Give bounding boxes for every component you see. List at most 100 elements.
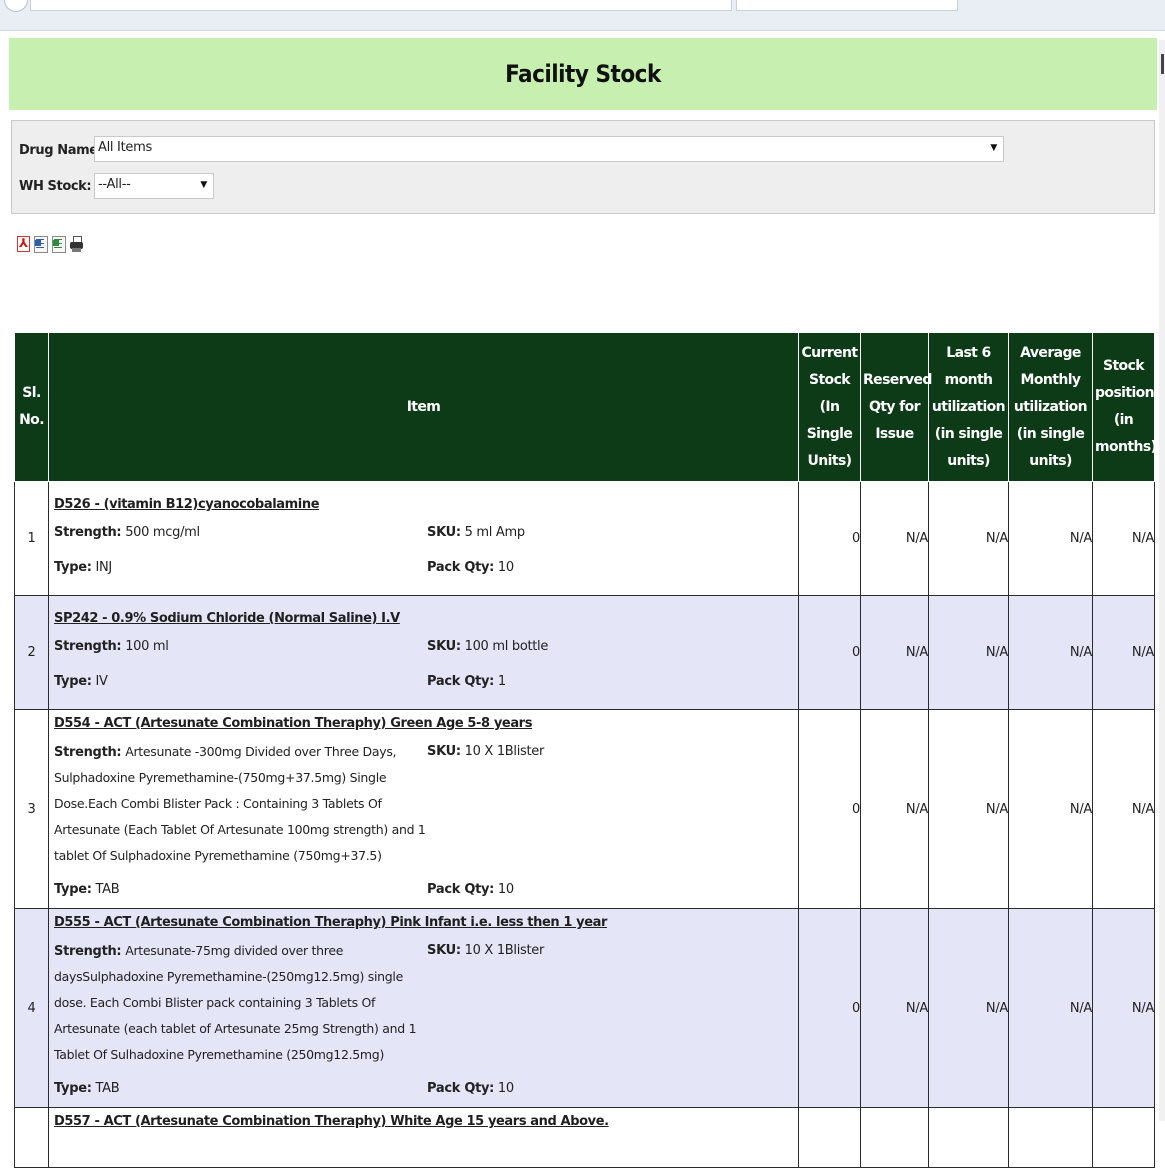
sku-value: 10 X 1Blister	[464, 744, 545, 759]
type-label: Type:	[54, 882, 92, 897]
last6-utilization-cell: N/A	[928, 908, 1009, 1108]
top-field-right[interactable]	[736, 0, 958, 11]
export-toolbar: ⅄	[14, 232, 84, 256]
table-row: 3 D554 - ACT (Artesunate Combination The…	[14, 709, 1155, 909]
strength-value: 100 ml	[125, 639, 169, 654]
item-link[interactable]: D526 - (vitamin B12)cyanocobalamine	[54, 497, 320, 512]
top-browser-strip	[0, 0, 1165, 31]
stock-position-cell: N/A	[1092, 481, 1155, 596]
strength-value: 500 mcg/ml	[125, 525, 200, 540]
strength-label: Strength:	[54, 525, 122, 540]
last6-utilization-cell: N/A	[928, 481, 1009, 596]
type-value: TAB	[95, 882, 120, 897]
drug-name-selected-value: All Items	[98, 140, 152, 155]
stock-position-cell: N/A	[1092, 709, 1155, 909]
pack-qty-value: 10	[497, 1081, 514, 1096]
top-field-left[interactable]	[30, 0, 732, 11]
pack-qty-value: 1	[497, 674, 506, 689]
pack-qty-label: Pack Qty:	[427, 1081, 495, 1096]
pack-qty-value: 10	[497, 882, 514, 897]
current-stock-cell: 0	[798, 481, 861, 596]
type-value: IV	[95, 674, 108, 689]
table-header-row: Sl. No. Item Current Stock (In Single Un…	[14, 332, 1157, 482]
strength-value: Artesunate-75mg divided over three daysS…	[54, 943, 417, 1062]
print-icon[interactable]	[68, 232, 84, 254]
scrollbar-thumb[interactable]	[1161, 54, 1164, 74]
item-cell: D557 - ACT (Artesunate Combination Thera…	[48, 1107, 799, 1168]
strength-label: Strength:	[54, 745, 122, 760]
header-last6-utilization[interactable]: Last 6 month utilization (in single unit…	[928, 332, 1009, 482]
sl-no-cell: 3	[14, 709, 49, 909]
last6-utilization-cell	[928, 1107, 1009, 1168]
stock-position-cell: N/A	[1092, 595, 1155, 710]
strength-label: Strength:	[54, 639, 122, 654]
word-export-icon[interactable]	[32, 232, 48, 254]
drug-name-label: Drug Name:	[19, 143, 103, 158]
last6-utilization-cell: N/A	[928, 709, 1009, 909]
wh-stock-label: WH Stock:	[19, 179, 92, 194]
reserved-qty-cell: N/A	[860, 709, 929, 909]
type-value: TAB	[95, 1081, 120, 1096]
item-cell: D555 - ACT (Artesunate Combination Thera…	[48, 908, 799, 1108]
item-link[interactable]: D555 - ACT (Artesunate Combination Thera…	[54, 915, 607, 930]
header-current-stock[interactable]: Current Stock (In Single Units)	[798, 332, 861, 482]
current-stock-cell: 0	[798, 908, 861, 1108]
type-value: INJ	[95, 560, 112, 575]
header-stock-position[interactable]: Stock position (in months)	[1092, 332, 1157, 482]
drug-name-select[interactable]: All Items ▼	[94, 136, 1004, 162]
header-reserved-qty[interactable]: Reserved Qty for Issue	[860, 332, 932, 482]
avg-monthly-cell: N/A	[1008, 481, 1093, 596]
sl-no-cell: 1	[14, 481, 49, 596]
pack-qty-label: Pack Qty:	[427, 882, 495, 897]
sl-no-cell: 4	[14, 908, 49, 1108]
excel-export-icon[interactable]	[50, 232, 66, 254]
item-cell: D526 - (vitamin B12)cyanocobalamine Stre…	[48, 481, 799, 596]
page-title: Facility Stock	[505, 60, 661, 88]
pdf-export-icon[interactable]: ⅄	[14, 232, 30, 254]
item-link[interactable]: SP242 - 0.9% Sodium Chloride (Normal Sal…	[54, 611, 400, 626]
avg-monthly-cell: N/A	[1008, 595, 1093, 710]
item-link[interactable]: D557 - ACT (Artesunate Combination Thera…	[54, 1114, 609, 1129]
page-scrollbar[interactable]	[1159, 40, 1165, 1121]
strength-value: Artesunate -300mg Divided over Three Day…	[54, 744, 426, 863]
avg-monthly-cell	[1008, 1107, 1093, 1168]
pack-qty-value: 10	[497, 560, 514, 575]
header-item[interactable]: Item	[48, 332, 799, 482]
item-cell: D554 - ACT (Artesunate Combination Thera…	[48, 709, 799, 909]
sku-label: SKU:	[427, 525, 461, 540]
toolbar-circle-button[interactable]	[4, 0, 28, 12]
reserved-qty-cell: N/A	[860, 908, 929, 1108]
type-label: Type:	[54, 1081, 92, 1096]
filter-panel: Drug Name: All Items ▼ WH Stock: --All--…	[11, 120, 1155, 214]
reserved-qty-cell	[860, 1107, 929, 1168]
avg-monthly-cell: N/A	[1008, 709, 1093, 909]
sku-value: 100 ml bottle	[464, 639, 549, 654]
reserved-qty-cell: N/A	[860, 481, 929, 596]
last6-utilization-cell: N/A	[928, 595, 1009, 710]
current-stock-cell	[798, 1107, 861, 1168]
item-cell: SP242 - 0.9% Sodium Chloride (Normal Sal…	[48, 595, 799, 710]
chevron-down-icon: ▼	[990, 143, 997, 153]
sku-label: SKU:	[427, 943, 461, 958]
chevron-down-icon: ▼	[200, 180, 207, 190]
table-row: 2 SP242 - 0.9% Sodium Chloride (Normal S…	[14, 595, 1155, 710]
stock-position-cell	[1092, 1107, 1155, 1168]
header-sl-no[interactable]: Sl. No.	[14, 332, 49, 482]
sl-no-cell: 2	[14, 595, 49, 710]
item-link[interactable]: D554 - ACT (Artesunate Combination Thera…	[54, 716, 532, 731]
reserved-qty-cell: N/A	[860, 595, 929, 710]
table-row: 4 D555 - ACT (Artesunate Combination The…	[14, 908, 1155, 1108]
type-label: Type:	[54, 560, 92, 575]
sku-value: 10 X 1Blister	[464, 943, 545, 958]
sku-label: SKU:	[427, 639, 461, 654]
current-stock-cell: 0	[798, 595, 861, 710]
current-stock-cell: 0	[798, 709, 861, 909]
sku-value: 5 ml Amp	[464, 525, 526, 540]
header-avg-monthly-utilization[interactable]: Average Monthly utilization (in single u…	[1008, 332, 1093, 482]
wh-stock-selected-value: --All--	[98, 177, 131, 192]
pack-qty-label: Pack Qty:	[427, 560, 495, 575]
strength-label: Strength:	[54, 944, 122, 959]
wh-stock-select[interactable]: --All-- ▼	[94, 173, 214, 199]
type-label: Type:	[54, 674, 92, 689]
facility-stock-table: Sl. No. Item Current Stock (In Single Un…	[14, 332, 1157, 1168]
